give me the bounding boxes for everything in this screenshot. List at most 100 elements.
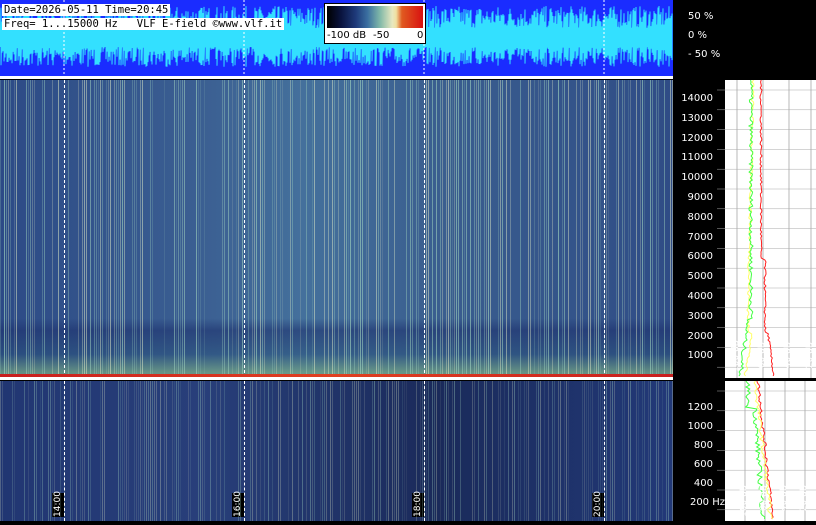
spectrogram-streak	[224, 381, 225, 521]
spectrogram-streak	[432, 381, 433, 521]
spectrogram-streak	[558, 80, 559, 378]
spectrogram-streak	[256, 381, 257, 521]
spectrogram-streak	[394, 381, 395, 521]
spectrogram-streak	[456, 80, 457, 378]
spectrogram-streak	[476, 80, 477, 378]
spectrogram-streak	[96, 80, 97, 378]
spectrogram-streak	[478, 381, 479, 521]
spectrogram-streak	[68, 80, 69, 378]
spectrogram-streak	[164, 80, 165, 378]
spectrogram-streak	[598, 381, 599, 521]
spectrogram-streak	[282, 80, 283, 378]
spectrogram-streak	[636, 381, 637, 521]
spectrogram-streak	[0, 80, 1, 378]
spectrogram-streak	[490, 80, 491, 378]
spectrogram-streak	[506, 80, 507, 378]
spectrogram-streak	[290, 80, 291, 378]
spectrogram-streak	[426, 80, 427, 378]
spectrogram-streak	[488, 80, 489, 378]
spectrogram-streak	[312, 381, 313, 521]
waveform-label-50: 50 %	[688, 11, 714, 22]
spectrogram-streak	[152, 80, 153, 378]
spectrogram-streak	[30, 80, 31, 378]
spectrogram-streak	[52, 80, 53, 378]
spectrogram-streak	[558, 381, 559, 521]
spectrogram-streak	[262, 80, 263, 378]
spectrogram-streak	[8, 80, 9, 378]
spectrogram-streak	[188, 381, 189, 521]
spectrogram-streak	[562, 80, 563, 378]
lower-db-label-100: -100 dB	[739, 485, 749, 521]
spectrogram-streak	[466, 80, 467, 378]
spectrogram-streak	[598, 80, 599, 378]
spectrogram-streak	[656, 80, 657, 378]
spectrogram-streak	[662, 381, 663, 521]
separator-top	[0, 76, 673, 79]
spectrogram-streak	[320, 381, 321, 521]
spectrogram-streak	[128, 381, 129, 521]
waveform-label-minus50: - 50 %	[688, 49, 721, 60]
spectrogram-streak	[34, 80, 35, 378]
spectrogram-streak	[552, 381, 553, 521]
spectrogram-streak	[520, 381, 521, 521]
spectrogram-streak	[276, 80, 277, 378]
scale-label-max: 0	[417, 30, 424, 41]
spectrogram-streak	[82, 80, 83, 378]
spectrogram-streak	[600, 80, 601, 378]
spectrogram-streak	[28, 80, 29, 378]
spectrogram-streak	[554, 381, 555, 521]
spectrogram-streak	[498, 381, 499, 521]
spectrogram-streak	[472, 381, 473, 521]
upper-freq-label: 4000	[687, 291, 713, 302]
spectrogram-streak	[636, 80, 637, 378]
spectrogram-streak	[484, 381, 485, 521]
spectrogram-streak	[164, 381, 165, 521]
spectrogram-streak	[508, 381, 509, 521]
spectrogram-streak	[302, 381, 303, 521]
upper-db-label-60: -60 dB	[757, 342, 767, 372]
spectrogram-streak	[454, 80, 455, 378]
waveform-label-0: 0 %	[688, 30, 708, 41]
spectrogram-streak	[94, 80, 95, 378]
spectrogram-streak	[448, 80, 449, 378]
spectrogram-streak	[462, 80, 463, 378]
spectrogram-streak	[354, 381, 355, 521]
spectrogram-streak	[76, 381, 77, 521]
upper-freq-label: 8000	[687, 211, 713, 223]
spectrogram-streak	[36, 381, 37, 521]
spectrogram-streak	[354, 80, 355, 378]
spectrogram-streak	[616, 80, 617, 378]
spectrogram-streak	[160, 381, 161, 521]
spectrogram-streak	[306, 80, 307, 378]
spectrogram-streak	[428, 80, 429, 378]
spectrogram-streak	[26, 80, 27, 378]
spectrogram-streak	[364, 381, 365, 521]
spectrogram-streak	[204, 80, 205, 378]
spectrogram-streak	[560, 381, 561, 521]
lower-freq-label: 600	[693, 459, 713, 470]
upper-freq-label: 10000	[681, 172, 713, 184]
spectrogram-streak	[368, 80, 369, 378]
spectrogram-streak	[98, 80, 99, 378]
spectrogram-streak	[120, 381, 121, 521]
spectrogram-streak	[426, 381, 427, 521]
spectrogram-streak	[628, 80, 629, 378]
spectrogram-streak	[104, 381, 105, 521]
spectrogram-streak	[376, 80, 377, 378]
spectrogram-streak	[100, 381, 101, 521]
spectrum-plot-area	[725, 80, 816, 378]
spectrogram-streak	[440, 80, 441, 378]
spectrogram-streak	[392, 381, 393, 521]
spectrogram-streak	[152, 381, 153, 521]
spectrogram-streak	[118, 381, 119, 521]
time-gridline	[604, 80, 605, 378]
lower-freq-label: 400	[693, 478, 713, 489]
lower-freq-label: 200 Hz	[689, 497, 725, 508]
spectrogram-streak	[176, 80, 177, 378]
spectrogram-streak	[386, 381, 387, 521]
spectrogram-streak	[274, 80, 275, 378]
spectrogram-streak	[280, 80, 281, 378]
spectrogram-streak	[342, 381, 343, 521]
spectrogram-streak	[650, 381, 651, 521]
spectrogram-streak	[394, 80, 395, 378]
